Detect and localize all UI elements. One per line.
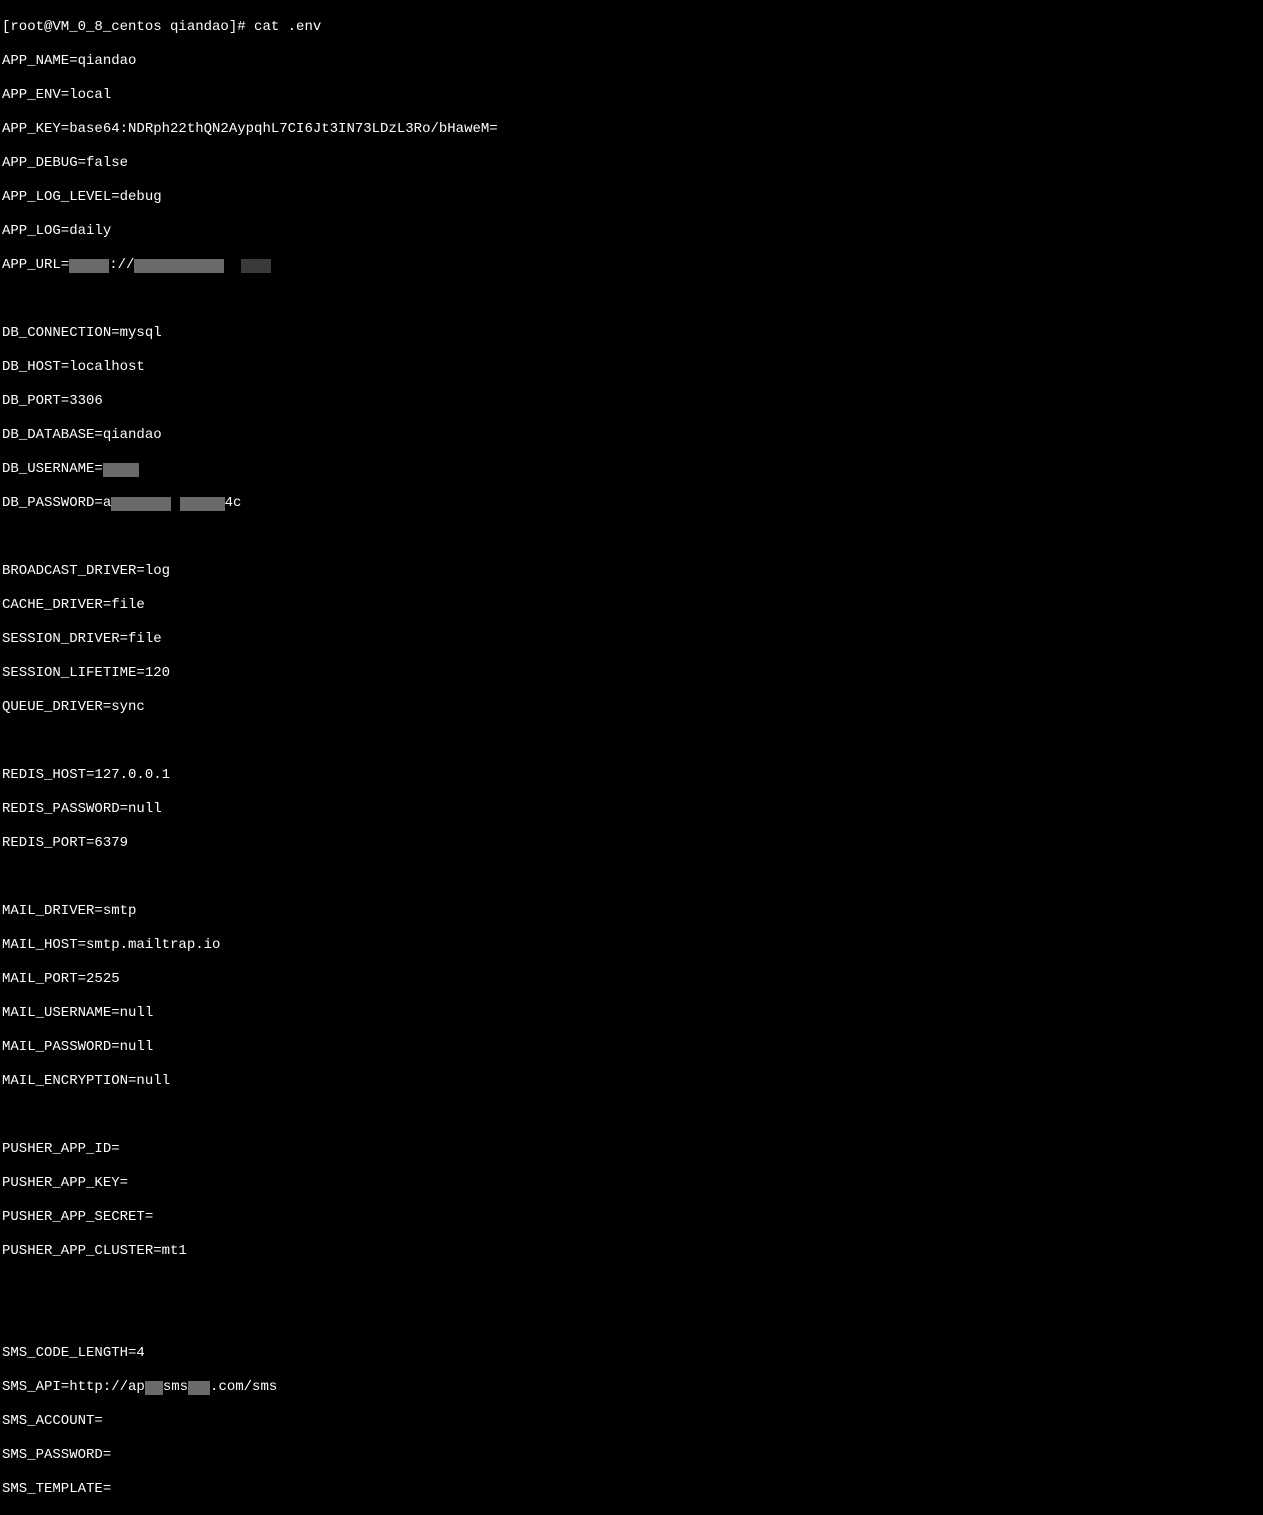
shell-prompt: [root@VM_0_8_centos qiandao]# [2,19,254,36]
env-line-redacted: APP_URL= :// [2,257,1261,274]
redacted-block [145,1381,163,1395]
env-line: MAIL_ENCRYPTION=null [2,1073,1261,1090]
env-line: DB_DATABASE=qiandao [2,427,1261,444]
env-line: PUSHER_APP_SECRET= [2,1209,1261,1226]
env-line: PUSHER_APP_KEY= [2,1175,1261,1192]
env-line: REDIS_PORT=6379 [2,835,1261,852]
env-text [224,257,241,274]
env-key: APP_URL= [2,257,69,274]
blank-line [2,529,1261,546]
command-text: cat .env [254,19,321,36]
env-text: .com/sms [210,1379,277,1396]
blank-line [2,1107,1261,1124]
redacted-block [69,259,109,273]
env-text: sms [163,1379,188,1396]
env-line: MAIL_USERNAME=null [2,1005,1261,1022]
env-line: APP_LOG=daily [2,223,1261,240]
env-line: PUSHER_APP_CLUSTER=mt1 [2,1243,1261,1260]
redacted-block [111,497,171,511]
blank-line [2,291,1261,308]
env-line: SESSION_DRIVER=file [2,631,1261,648]
env-text: :// [109,257,134,274]
env-line-redacted: DB_USERNAME= [2,461,1261,478]
env-line: REDIS_HOST=127.0.0.1 [2,767,1261,784]
blank-line [2,869,1261,886]
env-line: APP_ENV=local [2,87,1261,104]
env-line: REDIS_PASSWORD=null [2,801,1261,818]
env-text [171,495,179,512]
env-line: DB_HOST=localhost [2,359,1261,376]
env-line-redacted: DB_PASSWORD=a 4c [2,495,1261,512]
env-line: APP_NAME=qiandao [2,53,1261,70]
env-line: MAIL_DRIVER=smtp [2,903,1261,920]
env-key: DB_USERNAME= [2,461,103,478]
redacted-block [241,259,271,273]
env-line: SMS_PASSWORD= [2,1447,1261,1464]
env-line: MAIL_HOST=smtp.mailtrap.io [2,937,1261,954]
env-line: DB_PORT=3306 [2,393,1261,410]
env-key: SMS_API=http://ap [2,1379,145,1396]
blank-line [2,1277,1261,1294]
redacted-block [188,1381,210,1395]
prompt-line: [root@VM_0_8_centos qiandao]# cat .env [2,19,1261,36]
env-line: SMS_TEMPLATE= [2,1481,1261,1498]
env-line: SESSION_LIFETIME=120 [2,665,1261,682]
env-line: DB_CONNECTION=mysql [2,325,1261,342]
env-line-redacted: SMS_API=http://ap sms .com/sms [2,1379,1261,1396]
env-line: APP_DEBUG=false [2,155,1261,172]
env-line: QUEUE_DRIVER=sync [2,699,1261,716]
env-line: APP_KEY=base64:NDRph22thQN2AypqhL7CI6Jt3… [2,121,1261,138]
blank-line [2,1311,1261,1328]
terminal-output[interactable]: [root@VM_0_8_centos qiandao]# cat .env A… [2,2,1261,1515]
redacted-block [134,259,224,273]
blank-line [2,733,1261,750]
redacted-block [180,497,225,511]
env-line: MAIL_PASSWORD=null [2,1039,1261,1056]
env-line: MAIL_PORT=2525 [2,971,1261,988]
env-line: PUSHER_APP_ID= [2,1141,1261,1158]
redacted-block [103,463,139,477]
env-line: APP_LOG_LEVEL=debug [2,189,1261,206]
env-line: SMS_ACCOUNT= [2,1413,1261,1430]
env-key: DB_PASSWORD=a [2,495,111,512]
env-line: SMS_CODE_LENGTH=4 [2,1345,1261,1362]
env-line: BROADCAST_DRIVER=log [2,563,1261,580]
env-line: CACHE_DRIVER=file [2,597,1261,614]
env-text: 4c [225,495,242,512]
